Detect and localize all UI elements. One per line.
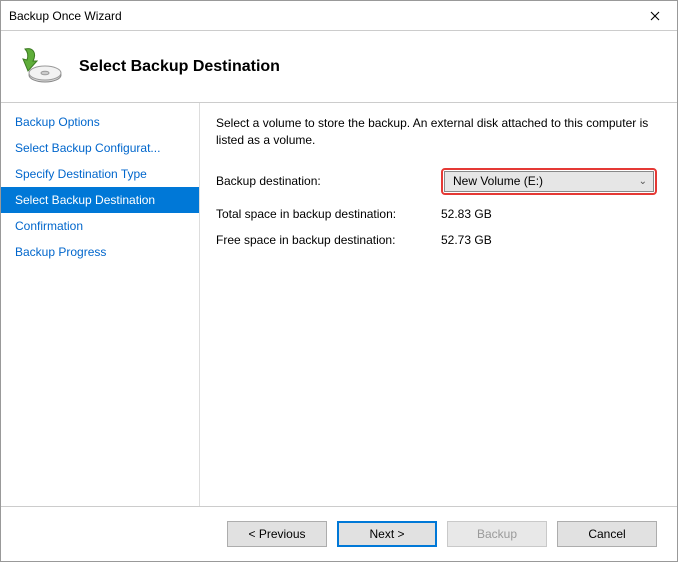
- wizard-footer: < Previous Next > Backup Cancel: [1, 506, 677, 561]
- free-space-label: Free space in backup destination:: [216, 233, 441, 247]
- chevron-down-icon: ⌄: [639, 176, 647, 187]
- free-space-value: 52.73 GB: [441, 233, 492, 247]
- previous-button[interactable]: < Previous: [227, 521, 327, 547]
- wizard-window: Backup Once Wizard Select Backup Destina…: [0, 0, 678, 562]
- total-space-value: 52.83 GB: [441, 207, 492, 221]
- step-select-backup-configuration[interactable]: Select Backup Configurat...: [1, 135, 199, 161]
- backup-destination-value: New Volume (E:): [453, 174, 543, 188]
- close-button[interactable]: [633, 1, 677, 31]
- highlight-box: New Volume (E:) ⌄: [441, 168, 657, 195]
- free-space-row: Free space in backup destination: 52.73 …: [216, 233, 657, 247]
- backup-destination-row: Backup destination: New Volume (E:) ⌄: [216, 168, 657, 195]
- wizard-body: Backup Options Select Backup Configurat.…: [1, 103, 677, 506]
- titlebar: Backup Once Wizard: [1, 1, 677, 31]
- instruction-text: Select a volume to store the backup. An …: [216, 115, 657, 150]
- step-specify-destination-type[interactable]: Specify Destination Type: [1, 161, 199, 187]
- wizard-header: Select Backup Destination: [1, 31, 677, 103]
- close-icon: [650, 11, 660, 21]
- total-space-label: Total space in backup destination:: [216, 207, 441, 221]
- step-confirmation[interactable]: Confirmation: [1, 213, 199, 239]
- cancel-button[interactable]: Cancel: [557, 521, 657, 547]
- page-title: Select Backup Destination: [79, 58, 280, 76]
- backup-button: Backup: [447, 521, 547, 547]
- backup-disc-icon: [17, 43, 65, 91]
- step-backup-options[interactable]: Backup Options: [1, 109, 199, 135]
- backup-destination-label: Backup destination:: [216, 174, 441, 188]
- total-space-row: Total space in backup destination: 52.83…: [216, 207, 657, 221]
- next-button[interactable]: Next >: [337, 521, 437, 547]
- step-backup-progress[interactable]: Backup Progress: [1, 239, 199, 265]
- window-title: Backup Once Wizard: [9, 9, 633, 23]
- main-panel: Select a volume to store the backup. An …: [200, 103, 677, 506]
- step-select-backup-destination[interactable]: Select Backup Destination: [1, 187, 199, 213]
- steps-sidebar: Backup Options Select Backup Configurat.…: [1, 103, 200, 506]
- backup-destination-select[interactable]: New Volume (E:) ⌄: [444, 171, 654, 192]
